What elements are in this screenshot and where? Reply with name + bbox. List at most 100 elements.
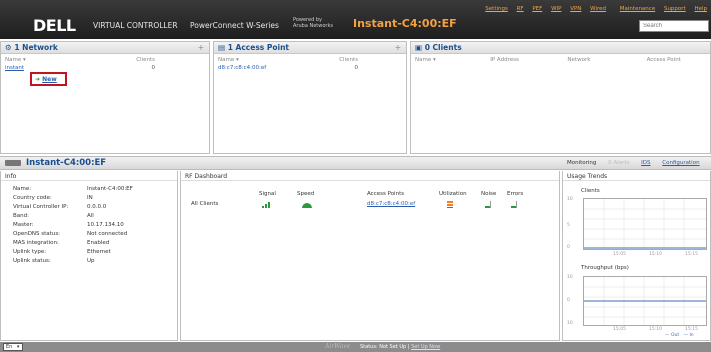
access-points-title: 1 Access Point [227, 43, 289, 52]
info-key: Country code: [13, 195, 52, 201]
instant-bar: Instant-C4:00:EF Monitoring 0 Alerts IDS… [0, 156, 711, 170]
info-key: MAS integration: [13, 240, 59, 246]
arrow-right-icon: ➜ [35, 76, 41, 83]
link-settings[interactable]: Settings [485, 6, 508, 12]
networks-col-name[interactable]: Name ▾ [5, 57, 95, 63]
info-value: Up [87, 258, 95, 264]
info-key: Uplink status: [13, 258, 51, 264]
dell-logo: DELL [33, 16, 76, 35]
throughput-y-mid: 0 [567, 298, 570, 303]
airwave-logo: AirWave [325, 343, 351, 350]
client-icon: ▣ [415, 43, 425, 52]
info-value: Ethernet [87, 249, 111, 255]
clients-col-name[interactable]: Name ▾ [415, 57, 490, 63]
instant-title: Instant-C4:00:EF [353, 17, 457, 30]
top-links: Settings RF PEF WIP VPN Wired Maintenanc… [478, 6, 707, 12]
info-value: Not connected [87, 231, 128, 237]
tab-monitoring[interactable]: Monitoring [567, 160, 596, 166]
networks-title: 1 Network [14, 43, 58, 52]
clients-title: 0 Clients [424, 43, 462, 52]
throughput-x-tick-1: 15:05 [613, 327, 626, 332]
throughput-chart-grid [584, 277, 706, 325]
access-points-collapse-button[interactable]: + [395, 42, 401, 54]
info-row: Virtual Controller IP: 0.0.0.0 [13, 204, 133, 211]
ap-name[interactable]: d8:c7:c8:c4:00:ef [218, 65, 298, 71]
clients-col-ap[interactable]: Access Point [647, 57, 706, 63]
network-name-link[interactable]: instant [5, 65, 95, 71]
clients-col-ip[interactable]: IP Address [490, 57, 567, 63]
rf-col-utilization: Utilization [439, 191, 467, 197]
throughput-y-top: 10 [567, 275, 573, 280]
info-row: Uplink status: Up [13, 258, 133, 265]
link-support[interactable]: Support [664, 6, 686, 12]
clients-chart [583, 198, 707, 250]
language-select[interactable]: En ▾ [3, 343, 23, 351]
access-points-panel: ▤ 1 Access Point + Name ▾ Clients d8:c7:… [213, 41, 407, 154]
clients-y-mid: 5 [567, 223, 570, 228]
info-key: Virtual Controller IP: [13, 204, 69, 210]
clients-y-max: 10 [567, 197, 573, 202]
networks-panel: ⚙ 1 Network + Name ▾ Clients instant 0 [0, 41, 210, 154]
network-icon: ⚙ [5, 43, 15, 52]
rf-title: RF Dashboard [181, 171, 559, 181]
link-wip[interactable]: WIP [551, 6, 561, 12]
ap-col-name[interactable]: Name ▾ [218, 57, 298, 63]
instant-bar-name: Instant-C4:00:EF [26, 158, 107, 168]
throughput-x-tick-3: 15:15 [685, 327, 698, 332]
info-key: Uplink type: [13, 249, 47, 255]
info-value: 0.0.0.0 [87, 204, 107, 210]
tab-ids[interactable]: IDS [641, 160, 650, 166]
search-input[interactable] [639, 20, 709, 32]
clients-y-min: 0 [567, 245, 570, 250]
footer: En ▾ AirWave Status: Not Set Up | Set Up… [0, 342, 711, 352]
rf-ap-link[interactable]: d8:c7:c8:c4:00:ef [367, 201, 439, 210]
virtual-controller-label: VIRTUAL CONTROLLER [93, 21, 178, 30]
speed-icon [302, 203, 312, 208]
link-rf[interactable]: RF [517, 6, 524, 12]
ap-row[interactable]: d8:c7:c8:c4:00:ef 0 [214, 63, 406, 71]
clients-chart-grid [584, 199, 706, 249]
info-value: Enabled [87, 240, 110, 246]
info-panel: Info Name: Instant-C4:00:EF Country code: I… [0, 171, 178, 341]
networks-col-clients[interactable]: Clients [95, 57, 155, 63]
link-help[interactable]: Help [694, 6, 707, 12]
link-pef[interactable]: PEF [532, 6, 542, 12]
noise-icon [485, 201, 491, 208]
tab-configuration[interactable]: Configuration [662, 160, 699, 166]
info-key: Master: [13, 222, 34, 228]
rf-col-speed: Speed [297, 191, 315, 197]
throughput-x-tick-2: 15:10 [649, 327, 662, 332]
usage-trends-panel: Usage Trends Clients 10 5 0 15:05 15:10 … [562, 171, 711, 341]
link-maintenance[interactable]: Maintenance [620, 6, 655, 12]
top-header: DELL VIRTUAL CONTROLLER PowerConnect W-S… [0, 0, 711, 39]
clients-col-network[interactable]: Network [567, 57, 646, 63]
networks-collapse-button[interactable]: + [198, 42, 204, 54]
setup-now-link[interactable]: Set Up Now [411, 344, 440, 350]
powered-by: Powered by Aruba Networks [293, 17, 333, 29]
link-wired[interactable]: Wired [590, 6, 606, 12]
access-point-icon: ▤ [218, 43, 228, 52]
new-network-button[interactable]: ➜ New [30, 72, 67, 86]
ap-col-clients[interactable]: Clients [298, 57, 358, 63]
airwave-status: Status: Not Set Up | Set Up Now [360, 344, 441, 350]
info-value: All [87, 213, 94, 219]
rf-all-clients-row: All Clients d8:c7:c8:c4:00:ef [181, 197, 559, 210]
info-table: Name: Instant-C4:00:EF Country code: IN Virt… [1, 181, 135, 267]
info-title: Info [1, 171, 177, 181]
errors-icon [511, 201, 517, 208]
rf-row-label: All Clients [191, 201, 219, 207]
network-clients-count: 0 [151, 65, 156, 71]
info-value: 10.17.134.10 [87, 222, 124, 228]
clients-panel: ▣ 0 Clients Name ▾ IP Address Network Ac… [410, 41, 711, 154]
info-row: Country code: IN [13, 195, 133, 202]
network-row[interactable]: instant 0 [1, 63, 209, 71]
device-icon [5, 160, 21, 166]
info-row: Uplink type: Ethernet [13, 249, 133, 256]
info-key: Band: [13, 213, 29, 219]
clients-x-tick-3: 15:15 [685, 252, 698, 257]
chevron-down-icon: ▾ [16, 344, 20, 350]
legend-in: — In [683, 333, 694, 338]
tab-alerts[interactable]: 0 Alerts [608, 160, 629, 166]
info-value: IN [87, 195, 93, 201]
link-vpn[interactable]: VPN [570, 6, 581, 12]
